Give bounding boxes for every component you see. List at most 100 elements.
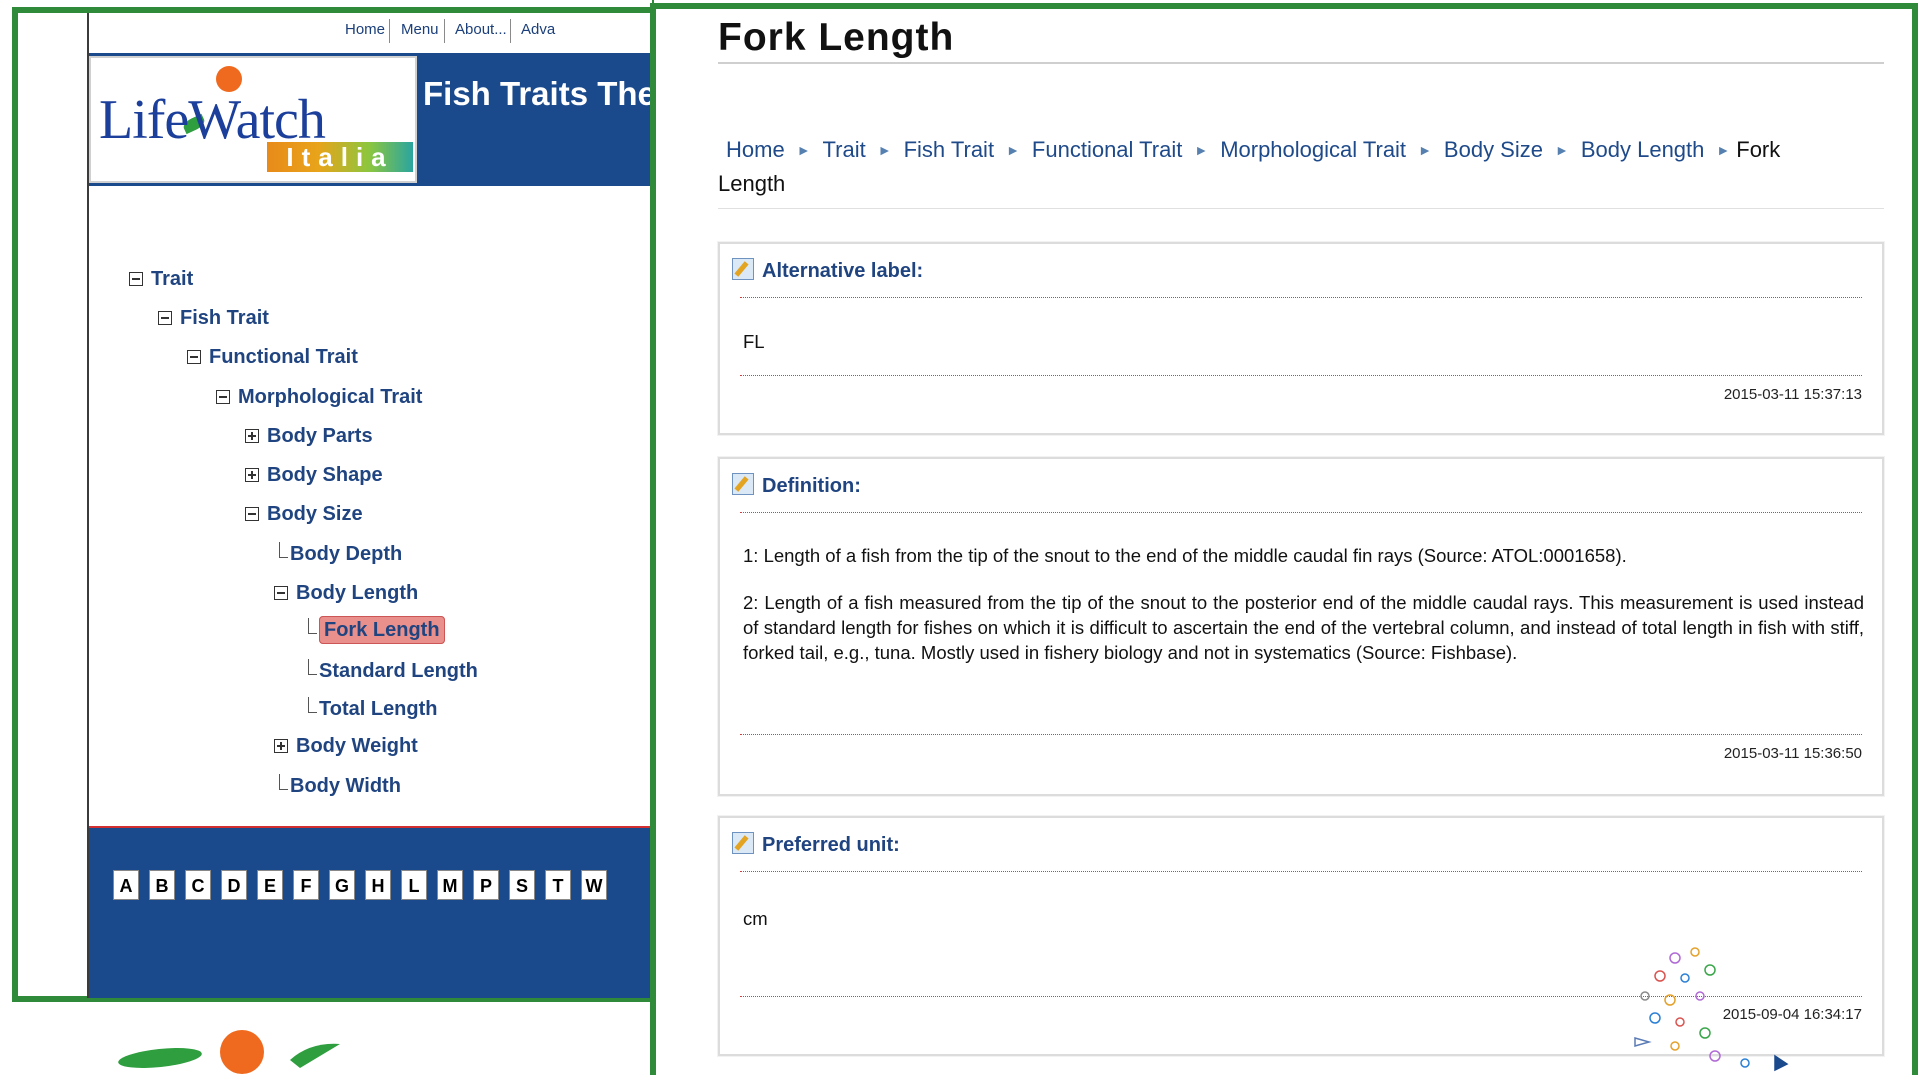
collapse-icon[interactable]: [216, 390, 230, 404]
breadcrumb-arrow-icon: ►: [1418, 142, 1432, 158]
site-title: Fish Traits The: [423, 75, 652, 112]
breadcrumb-trait[interactable]: Trait: [823, 137, 866, 162]
topnav-about-link[interactable]: About...: [455, 21, 507, 38]
tree-connector: [308, 659, 317, 675]
dotted-divider: [740, 375, 1862, 376]
tree-node-body-shape[interactable]: Body Shape: [245, 464, 383, 487]
collapse-icon[interactable]: [274, 586, 288, 600]
tree-node-label: Standard Length: [319, 660, 478, 682]
collapse-icon[interactable]: [158, 311, 172, 325]
icon-cloud-decoration-icon: [1634, 947, 1789, 1072]
alpha-link-d[interactable]: D: [221, 870, 247, 900]
breadcrumb-current-cont: Length: [718, 171, 786, 196]
tree-node-label: Trait: [151, 268, 194, 290]
tree-connector: [279, 542, 288, 558]
trait-tree: Trait Fish Trait Functional Trait Morpho…: [89, 186, 652, 826]
dotted-divider: [740, 871, 1862, 872]
collapse-icon[interactable]: [187, 350, 201, 364]
tree-node-label: Body Size: [267, 503, 363, 525]
dotted-divider: [740, 297, 1862, 298]
tree-node-body-parts[interactable]: Body Parts: [245, 425, 373, 448]
tree-node-trait[interactable]: Trait: [129, 268, 193, 291]
lifewatch-logo[interactable]: LifeWatch Italia: [89, 56, 417, 183]
alpha-link-m[interactable]: M: [437, 870, 463, 900]
left-site-frame: Home Menu About... Adva LifeWatch Italia…: [12, 7, 652, 1002]
tree-node-body-weight[interactable]: Body Weight: [274, 735, 418, 758]
collapse-icon[interactable]: [245, 507, 259, 521]
top-navigation: Home Menu About... Adva: [89, 13, 652, 53]
card-heading: Preferred unit:: [762, 834, 900, 856]
alpha-link-p[interactable]: P: [473, 870, 499, 900]
tree-node-label: Body Shape: [267, 464, 383, 486]
alpha-link-g[interactable]: G: [329, 870, 355, 900]
topnav-advanced-link[interactable]: Adva: [521, 21, 555, 38]
alpha-link-t[interactable]: T: [545, 870, 571, 900]
breadcrumb-body-size[interactable]: Body Size: [1444, 137, 1543, 162]
tree-node-body-length[interactable]: Body Length: [274, 582, 418, 605]
edit-pencil-icon[interactable]: [732, 473, 754, 495]
tree-node-label: Body Width: [290, 775, 401, 797]
tree-node-label: Body Length: [296, 582, 419, 604]
lifewatch-logo-fragment: [118, 1030, 340, 1074]
breadcrumb-functional-trait[interactable]: Functional Trait: [1032, 137, 1182, 162]
tree-node-body-size[interactable]: Body Size: [245, 503, 363, 526]
expand-icon[interactable]: [274, 739, 288, 753]
tree-node-label-selected: Fork Length: [319, 616, 445, 644]
breadcrumb-arrow-icon: ►: [1716, 142, 1731, 158]
topnav-separator: [444, 19, 445, 43]
breadcrumb-arrow-icon: ►: [1194, 142, 1209, 158]
alpha-link-l[interactable]: L: [401, 870, 427, 900]
collapse-icon[interactable]: [129, 272, 143, 286]
alpha-link-a[interactable]: A: [113, 870, 139, 900]
breadcrumb-fish-trait[interactable]: Fish Trait: [904, 137, 994, 162]
tree-node-morphological-trait[interactable]: Morphological Trait: [216, 386, 422, 409]
definition-paragraph-1: 1: Length of a fish from the tip of the …: [743, 545, 1627, 566]
breadcrumb-body-length[interactable]: Body Length: [1581, 137, 1705, 162]
edit-pencil-icon[interactable]: [732, 832, 754, 854]
expand-icon[interactable]: [245, 468, 259, 482]
site-header: LifeWatch Italia Fish Traits The: [89, 53, 652, 186]
timestamp: 2015-03-11 15:36:50: [1723, 745, 1862, 762]
tree-node-standard-length[interactable]: Standard Length: [308, 659, 478, 683]
alpha-link-h[interactable]: H: [365, 870, 391, 900]
tree-node-total-length[interactable]: Total Length: [308, 697, 438, 721]
breadcrumb-divider: [718, 208, 1884, 209]
card-heading: Definition:: [762, 475, 861, 497]
breadcrumb-arrow-icon: ►: [1006, 142, 1020, 158]
tree-node-body-depth[interactable]: Body Depth: [279, 542, 402, 566]
alpha-link-w[interactable]: W: [581, 870, 607, 900]
preferred-unit-value: cm: [743, 908, 768, 929]
topnav-menu-link[interactable]: Menu: [401, 21, 439, 38]
tree-node-label: Body Weight: [296, 735, 418, 757]
tree-node-label: Body Depth: [290, 543, 403, 565]
timestamp: 2015-03-11 15:37:13: [1723, 386, 1862, 403]
alphabet-footer: A B C D E F G H L M P S T W: [89, 828, 652, 998]
topnav-separator: [510, 19, 511, 43]
breadcrumb-morphological-trait[interactable]: Morphological Trait: [1220, 137, 1406, 162]
breadcrumb-home[interactable]: Home: [726, 137, 785, 162]
dotted-divider: [740, 734, 1862, 735]
topnav-home-link[interactable]: Home: [345, 21, 385, 38]
definition-paragraph-2: 2: Length of a fish measured from the ti…: [743, 592, 1864, 663]
tree-connector: [308, 697, 317, 713]
alpha-link-e[interactable]: E: [257, 870, 283, 900]
dotted-divider: [740, 512, 1862, 513]
alpha-link-c[interactable]: C: [185, 870, 211, 900]
alpha-link-f[interactable]: F: [293, 870, 319, 900]
expand-icon[interactable]: [245, 429, 259, 443]
tree-node-label: Functional Trait: [209, 346, 358, 368]
page-title: Fork Length: [718, 16, 955, 59]
screenshot-stage: Home Menu About... Adva LifeWatch Italia…: [0, 0, 1923, 1075]
tree-node-fish-trait[interactable]: Fish Trait: [158, 307, 269, 330]
tree-connector: [279, 774, 288, 790]
definition-text: 1: Length of a fish from the tip of the …: [743, 543, 1864, 687]
tree-node-functional-trait[interactable]: Functional Trait: [187, 346, 358, 369]
tree-node-body-width[interactable]: Body Width: [279, 774, 401, 798]
alpha-link-b[interactable]: B: [149, 870, 175, 900]
edit-pencil-icon[interactable]: [732, 258, 754, 280]
tree-node-label: Fish Trait: [180, 307, 269, 329]
breadcrumb-arrow-icon: ►: [796, 142, 811, 158]
tree-node-fork-length[interactable]: Fork Length: [308, 616, 445, 644]
tree-node-label: Morphological Trait: [238, 386, 423, 408]
alpha-link-s[interactable]: S: [509, 870, 535, 900]
